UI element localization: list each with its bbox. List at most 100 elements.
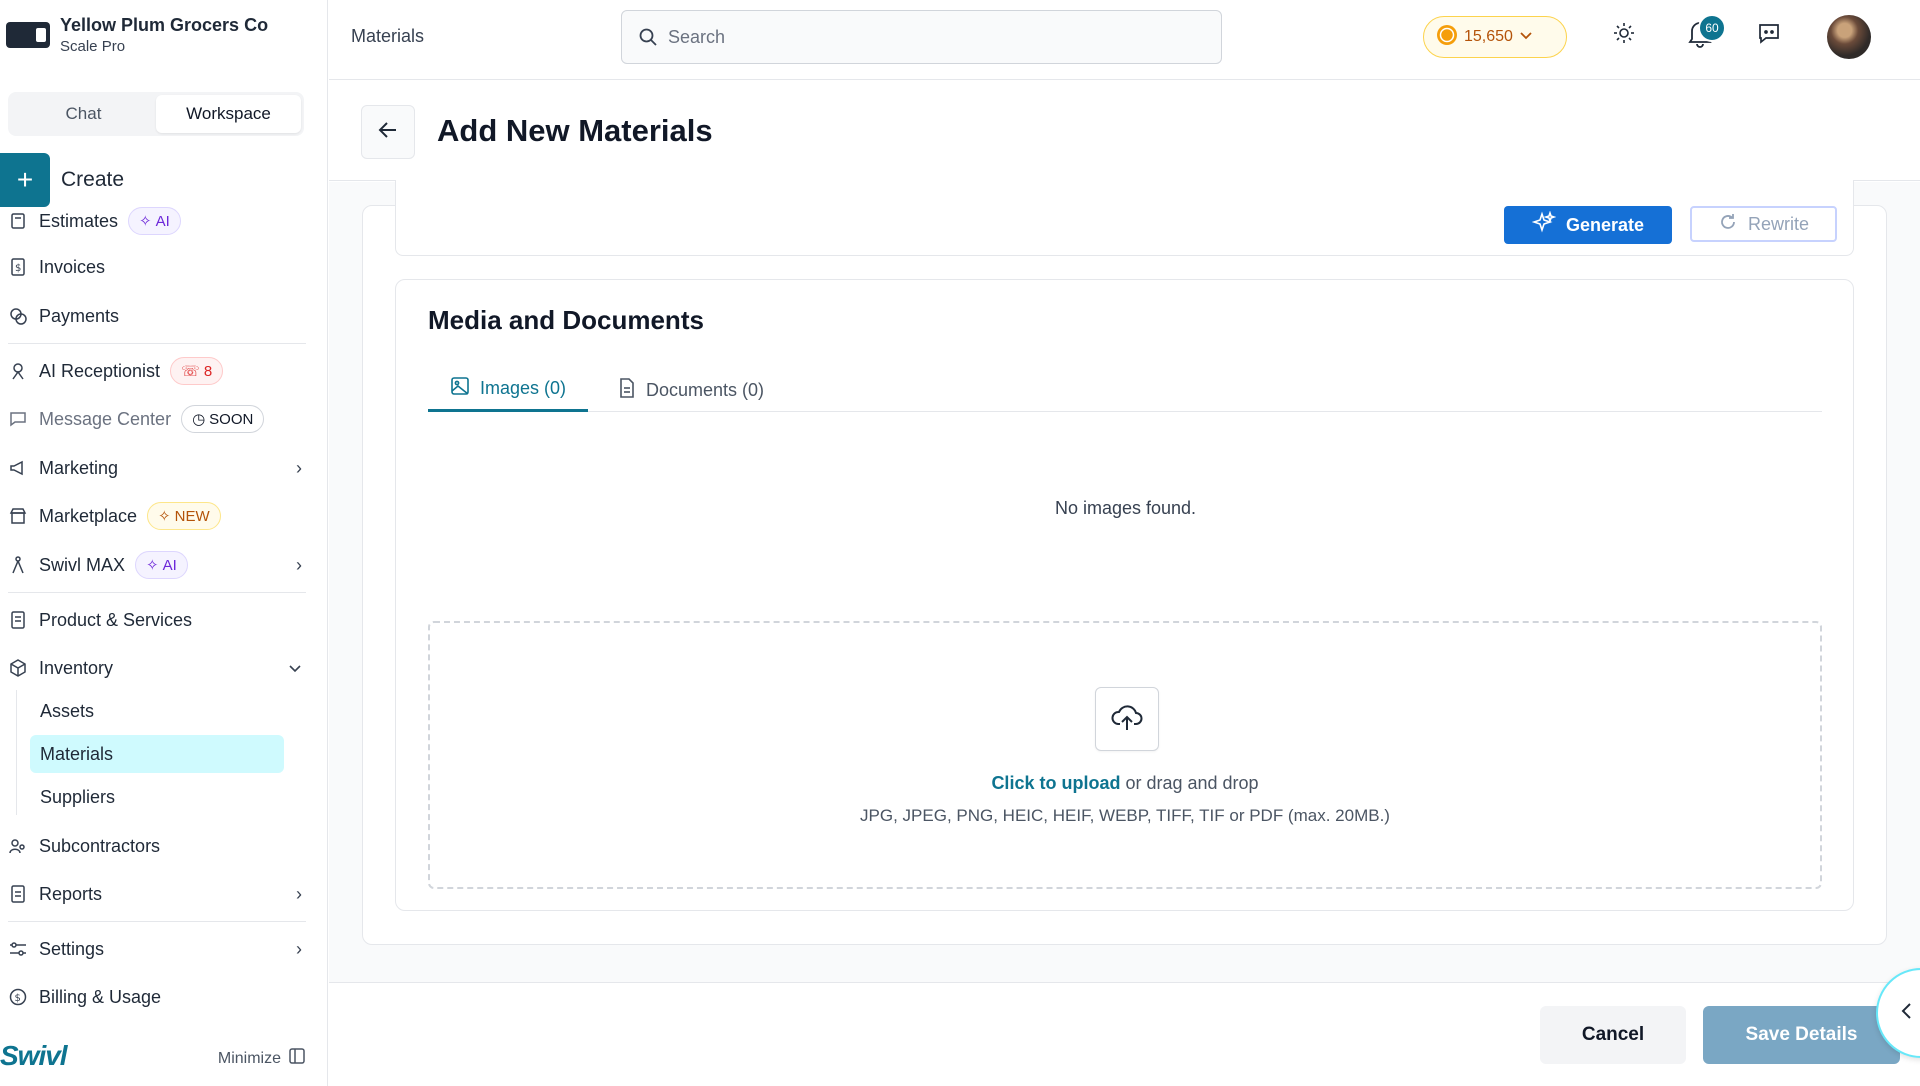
generate-label: Generate: [1565, 214, 1645, 235]
credits-dropdown[interactable]: 15,650: [1423, 16, 1567, 58]
refresh-icon: [1718, 212, 1738, 237]
sidebar-item-swivl-max[interactable]: Swivl MAX ✧ AI ›: [0, 545, 310, 585]
tab-workspace[interactable]: Workspace: [156, 95, 301, 133]
rewrite-button[interactable]: Rewrite: [1690, 206, 1837, 242]
chevron-right-icon: ›: [296, 883, 302, 904]
report-icon: [7, 885, 29, 903]
org-switcher[interactable]: Yellow Plum Grocers Co Scale Pro: [0, 14, 268, 56]
save-details-button[interactable]: Save Details: [1703, 1006, 1900, 1064]
sidebar-item-label: Settings: [39, 938, 105, 959]
soon-badge: ◷ SOON: [181, 405, 265, 433]
sidebar-item-label: Invoices: [39, 256, 106, 277]
upload-button[interactable]: [1095, 687, 1159, 751]
sidebar-item-label: Payments: [39, 305, 120, 326]
sidebar-item-estimates[interactable]: Estimates ✧ AI: [0, 201, 310, 241]
chevron-right-icon: ›: [296, 457, 302, 478]
sidebar-subitem-suppliers[interactable]: Suppliers: [30, 778, 284, 816]
sidebar-item-marketplace[interactable]: Marketplace ✧ NEW: [0, 496, 310, 536]
media-documents-card: Media and Documents Images (0) Documents…: [395, 279, 1854, 911]
sparkle-icon: ✧: [146, 557, 159, 574]
user-avatar[interactable]: [1827, 15, 1871, 59]
search-box[interactable]: [621, 10, 1222, 64]
nav-divider: [8, 921, 306, 922]
badge-text: 8: [203, 362, 213, 380]
badge-text: SOON: [209, 410, 254, 428]
sidebar-item-ai-receptionist[interactable]: AI Receptionist ☏ 8: [0, 351, 310, 391]
cancel-button[interactable]: Cancel: [1540, 1006, 1686, 1064]
sliders-icon: [7, 941, 29, 957]
top-bar: Materials 15,650 60: [329, 0, 1920, 80]
sidebar-item-label: Reports: [39, 883, 103, 904]
upload-dropzone[interactable]: Click to upload or drag and drop JPG, JP…: [428, 621, 1822, 889]
create-label: Create: [61, 168, 125, 191]
click-to-upload-link[interactable]: Click to upload: [991, 773, 1120, 793]
sidebar-item-products[interactable]: Product & Services: [0, 600, 310, 640]
tab-chat[interactable]: Chat: [11, 95, 156, 133]
generate-button[interactable]: Generate: [1504, 206, 1672, 244]
sidebar-item-inventory[interactable]: Inventory: [0, 648, 310, 688]
upload-instructions: Click to upload or drag and drop: [430, 773, 1820, 794]
sidebar-item-label: Product & Services: [39, 609, 193, 630]
sidebar-item-label: Inventory: [39, 657, 114, 678]
allowed-file-types: JPG, JPEG, PNG, HEIC, HEIF, WEBP, TIFF, …: [860, 806, 1390, 825]
sidebar-item-label: Subcontractors: [39, 835, 161, 856]
sidebar-item-label: Billing & Usage: [39, 986, 162, 1007]
assistant-button[interactable]: [1757, 22, 1781, 49]
new-badge: ✧ NEW: [147, 502, 221, 530]
sidebar-item-label: Message Center: [39, 408, 172, 429]
sidebar-item-message-center[interactable]: Message Center ◷ SOON: [0, 399, 310, 439]
page-header: Add New Materials: [329, 81, 1920, 181]
org-name: Yellow Plum Grocers Co: [60, 15, 269, 35]
empty-state-text: No images found.: [1054, 498, 1197, 518]
sidebar-item-label: Swivl MAX: [39, 554, 126, 575]
tab-label: Images (0): [480, 378, 567, 398]
search-input[interactable]: [668, 26, 1188, 48]
calculator-icon: [7, 213, 29, 229]
sidebar-item-billing[interactable]: $ Billing & Usage: [0, 977, 310, 1017]
sparkle-icon: ✧: [139, 213, 152, 230]
coin-icon: [1436, 24, 1458, 51]
credits-value: 15,650: [1464, 28, 1513, 45]
brand-logo: Swivl: [0, 1040, 68, 1071]
invoice-icon: $: [7, 258, 29, 276]
sun-icon: [1613, 22, 1635, 49]
nav-divider: [8, 343, 306, 344]
nav-divider: [8, 592, 306, 593]
image-icon: [450, 376, 470, 401]
tab-documents[interactable]: Documents (0): [596, 368, 786, 412]
org-logo: [6, 22, 50, 48]
create-button[interactable]: + Create: [0, 153, 124, 207]
sidebar-subitem-assets[interactable]: Assets: [30, 692, 284, 730]
sidebar-item-label: Marketplace: [39, 505, 138, 526]
back-button[interactable]: [361, 105, 415, 159]
cloud-upload-icon: [1111, 702, 1143, 737]
coins-icon: [7, 307, 29, 325]
sidebar-item-payments[interactable]: Payments: [0, 296, 310, 336]
svg-text:$: $: [15, 993, 21, 1004]
chevron-down-icon: [1519, 28, 1533, 46]
tab-images[interactable]: Images (0): [428, 368, 589, 412]
media-tabs: Images (0) Documents (0): [428, 368, 1822, 412]
badge-text: AI: [155, 212, 170, 230]
receptionist-icon: [7, 362, 29, 380]
megaphone-icon: [7, 460, 29, 476]
form-footer: Cancel Save Details: [329, 982, 1920, 1086]
sidebar-subitem-materials[interactable]: Materials: [30, 735, 284, 773]
plus-icon: +: [0, 153, 50, 207]
sidebar: Yellow Plum Grocers Co Scale Pro Chat Wo…: [0, 0, 328, 1086]
search-icon: [638, 27, 658, 47]
chevron-left-icon: [1900, 1000, 1912, 1026]
theme-toggle[interactable]: [1613, 22, 1635, 49]
sidebar-item-subcontractors[interactable]: Subcontractors: [0, 826, 310, 866]
sidebar-item-settings[interactable]: Settings ›: [0, 929, 310, 969]
minimize-button[interactable]: Minimize: [218, 1048, 305, 1069]
sidebar-item-invoices[interactable]: $ Invoices: [0, 247, 310, 287]
svg-text:$: $: [15, 263, 21, 274]
sidebar-item-marketing[interactable]: Marketing ›: [0, 448, 310, 488]
minimize-label: Minimize: [217, 1049, 281, 1067]
org-plan: Scale Pro: [60, 38, 126, 55]
chat-bot-icon: [1757, 22, 1781, 49]
breadcrumb[interactable]: Materials: [351, 26, 424, 47]
chevron-right-icon: ›: [296, 554, 302, 575]
sidebar-item-reports[interactable]: Reports ›: [0, 874, 310, 914]
